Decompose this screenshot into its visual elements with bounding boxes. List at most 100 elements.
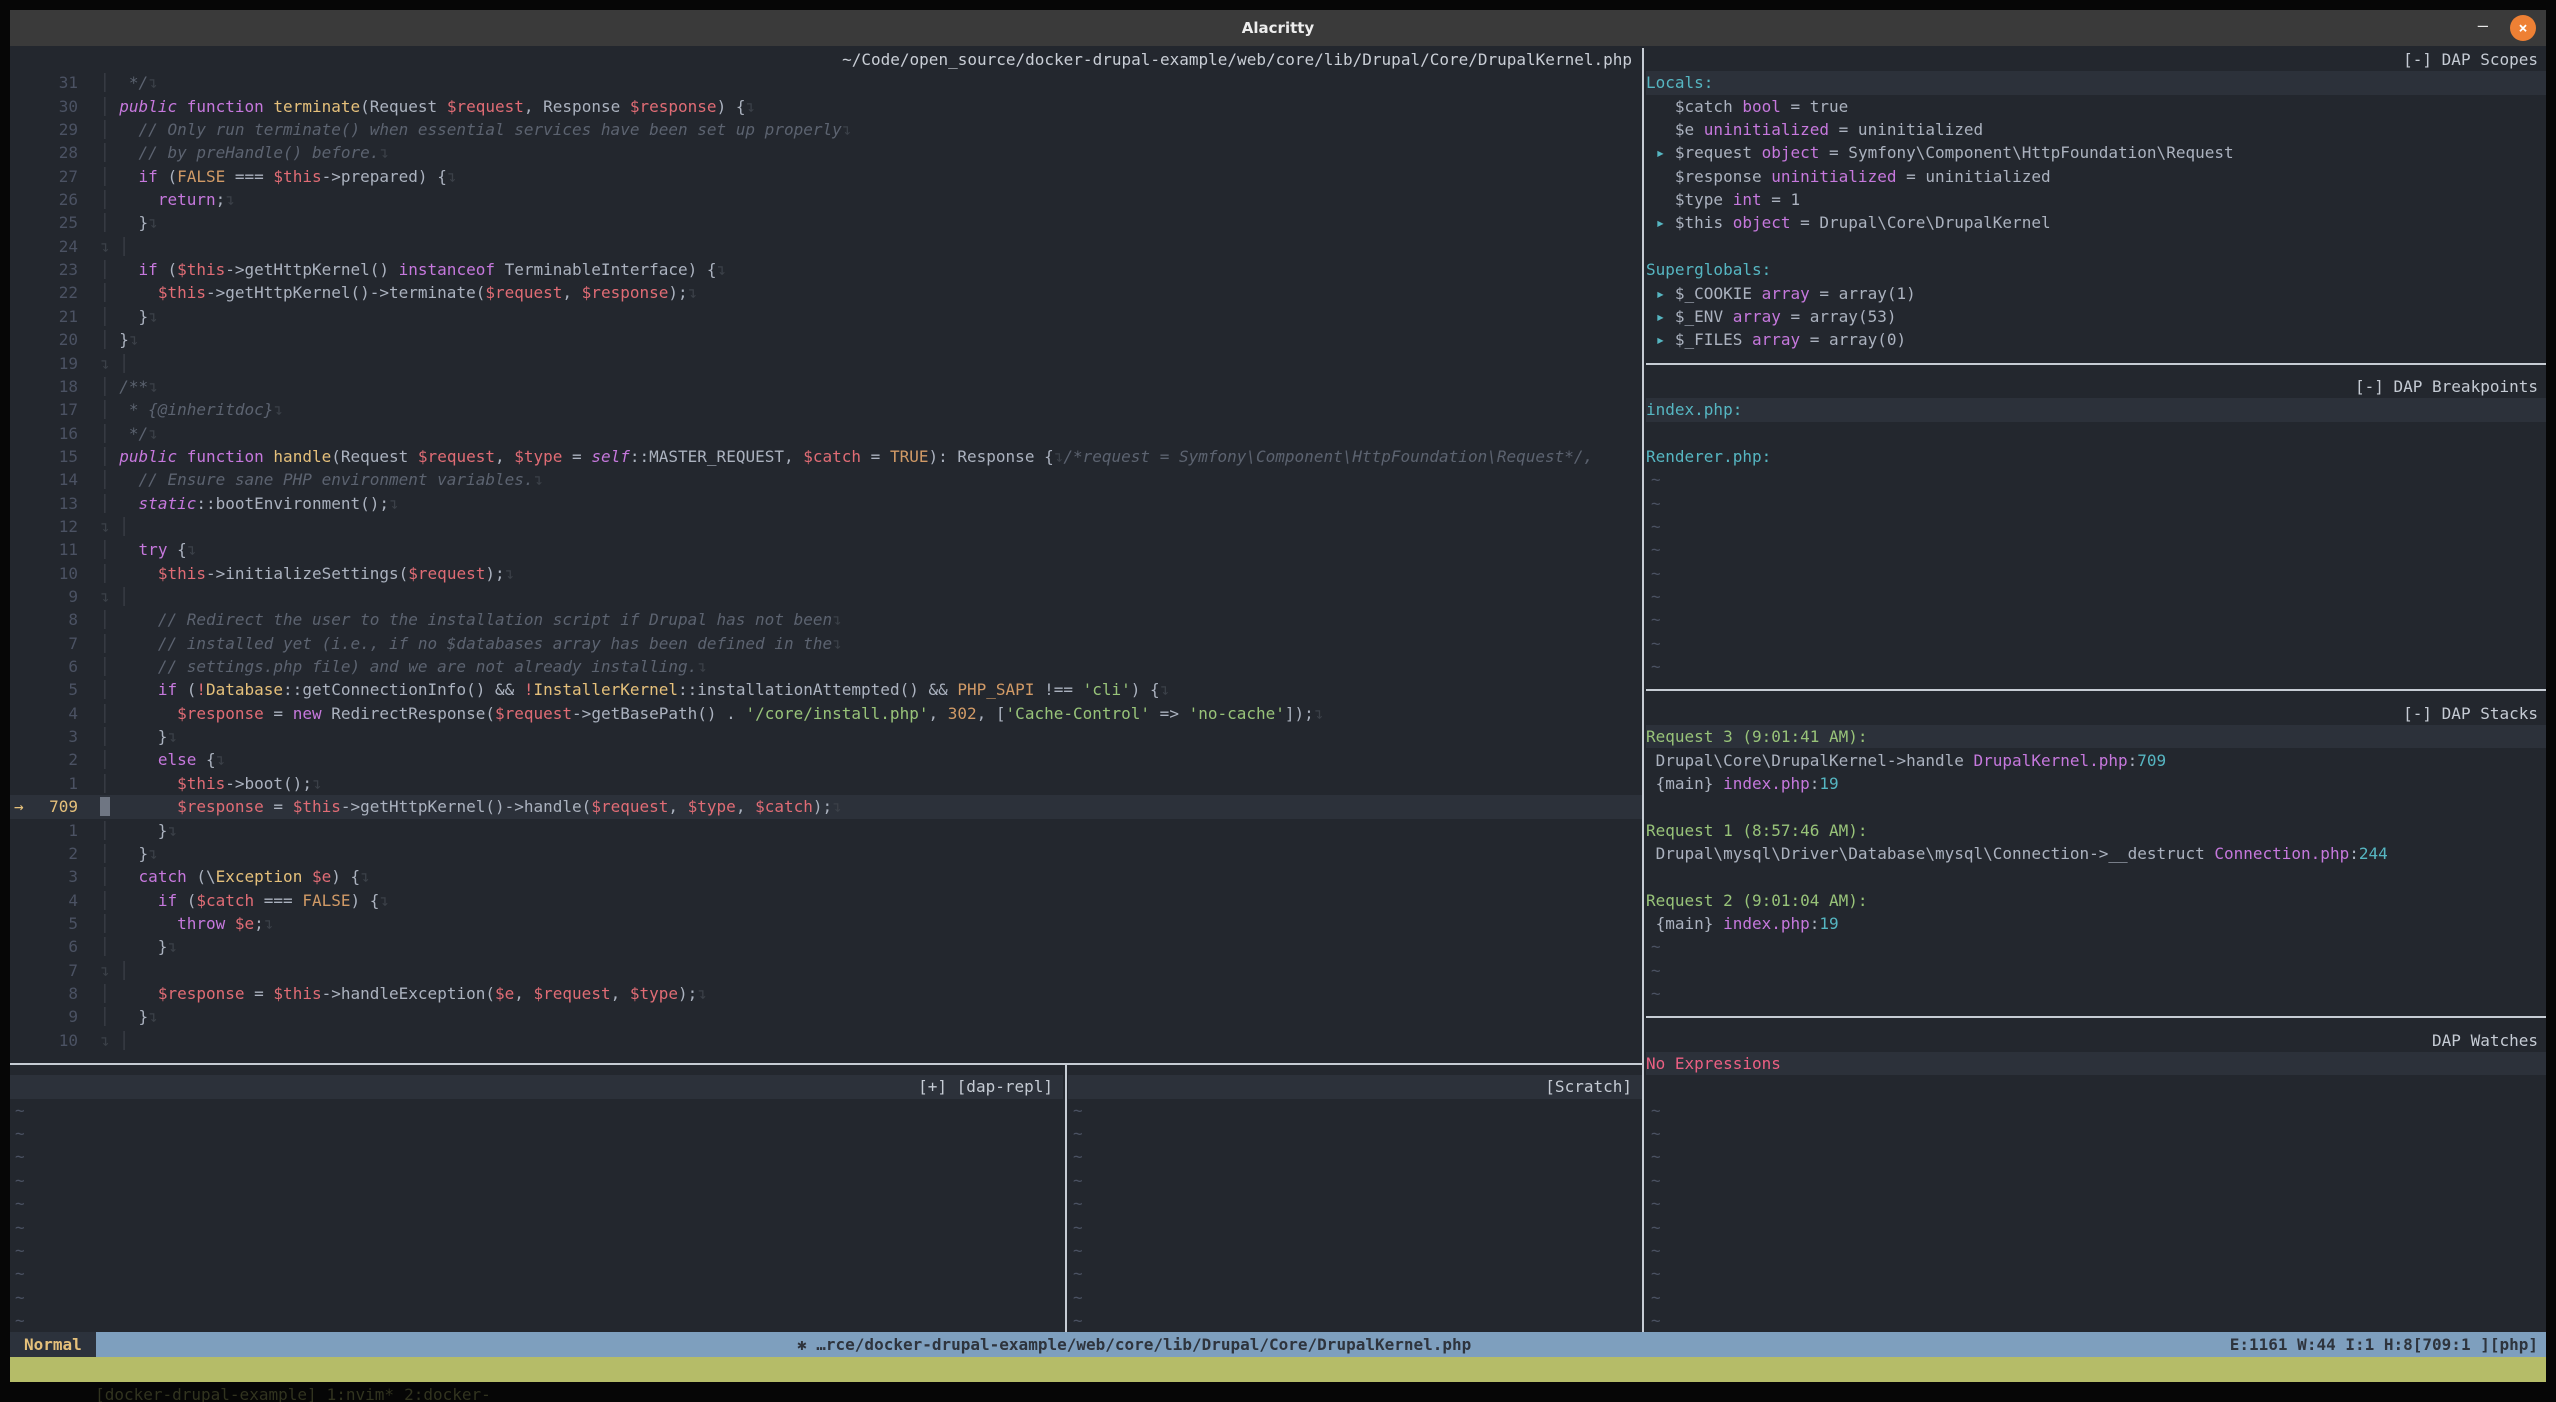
scope-var-this[interactable]: ▸ $this object = Drupal\Core\DrupalKerne… [1646,211,2546,234]
code-line[interactable]: 6│ }↴ [10,935,1642,958]
line-number[interactable]: 23 [10,258,78,281]
code-line[interactable]: 6│ // settings.php file) and we are not … [10,655,1642,678]
scratch-window[interactable]: ~~~~~~~~~~ [1068,1099,1642,1333]
code-line[interactable]: 7│ // installed yet (i.e., if no $databa… [10,632,1642,655]
dap-watches-header[interactable]: DAP Watches [1646,1029,2546,1052]
dap-panels[interactable]: [-] DAP ScopesLocals: $catch bool = true… [1646,46,2546,1332]
line-number[interactable]: 16 [10,422,78,445]
line-number[interactable]: 31 [10,71,78,94]
line-number[interactable]: 6 [10,655,78,678]
window-separator-vertical[interactable] [1642,48,1644,1332]
stack-frame[interactable]: Drupal\Core\DrupalKernel->handle DrupalK… [1646,749,2546,772]
scopes-locals-header[interactable]: Locals: [1646,71,2546,94]
code-line[interactable]: 10↴ │ [10,1029,1642,1052]
stack-request-2[interactable]: Request 2 (9:01:04 AM): [1646,889,2546,912]
code-line[interactable]: 14│ // Ensure sane PHP environment varia… [10,468,1642,491]
scope-var-e[interactable]: $e uninitialized = uninitialized [1646,118,2546,141]
scope-var-type[interactable]: $type int = 1 [1646,188,2546,211]
line-number[interactable]: 5 [10,678,78,701]
line-number[interactable]: 27 [10,165,78,188]
line-number[interactable]: 28 [10,141,78,164]
close-button[interactable]: × [2510,15,2536,41]
scratch-winbar[interactable]: [Scratch] [1068,1075,1642,1098]
code-line[interactable]: 7↴ │ [10,959,1642,982]
line-number[interactable]: 4 [10,889,78,912]
code-line[interactable]: 4│ $response = new RedirectResponse($req… [10,702,1642,725]
line-number[interactable]: 29 [10,118,78,141]
line-number[interactable]: 5 [10,912,78,935]
code-line[interactable]: 19↴ │ [10,352,1642,375]
code-line[interactable]: 9↴ │ [10,585,1642,608]
line-number[interactable]: 13 [10,492,78,515]
scope-var-catch[interactable]: $catch bool = true [1646,95,2546,118]
window-separator-bottom[interactable] [1065,1063,1067,1332]
code-line[interactable]: 24↴ │ [10,235,1642,258]
line-number[interactable]: 22 [10,281,78,304]
line-number[interactable]: 24 [10,235,78,258]
code-line[interactable]: 9│ }↴ [10,1005,1642,1028]
code-line[interactable]: 8│ // Redirect the user to the installat… [10,608,1642,631]
stack-frame[interactable]: {main} index.php:19 [1646,912,2546,935]
tmux-window-1[interactable]: 1:nvim* [327,1385,394,1402]
line-number[interactable]: 10 [10,1029,78,1052]
code-line[interactable]: 11│ try {↴ [10,538,1642,561]
code-line[interactable]: 26│ return;↴ [10,188,1642,211]
stack-frame[interactable]: Drupal\mysql\Driver\Database\mysql\Conne… [1646,842,2546,865]
code-line[interactable]: 13│ static::bootEnvironment();↴ [10,492,1642,515]
code-line[interactable]: 2│ else {↴ [10,748,1642,771]
line-number[interactable]: 26 [10,188,78,211]
code-line[interactable]: 12↴ │ [10,515,1642,538]
line-number[interactable]: 12 [10,515,78,538]
code-line[interactable]: 27│ if (FALSE === $this->prepared) {↴ [10,165,1642,188]
line-number[interactable]: 10 [10,562,78,585]
watches-empty-message[interactable]: No Expressions [1646,1052,2546,1075]
code-line[interactable]: 17│ * {@inheritdoc}↴ [10,398,1642,421]
line-number[interactable]: 20 [10,328,78,351]
line-number[interactable]: 4 [10,702,78,725]
code-line[interactable]: 1│ }↴ [10,819,1642,842]
code-line[interactable]: 3│ catch (\Exception $e) {↴ [10,865,1642,888]
code-line[interactable]: 8│ $response = $this->handleException($e… [10,982,1642,1005]
scope-var-files[interactable]: ▸ $_FILES array = array(0) [1646,328,2546,351]
code-line[interactable]: 23│ if ($this->getHttpKernel() instanceo… [10,258,1642,281]
line-number[interactable]: 7 [10,959,78,982]
code-line[interactable]: 4│ if ($catch === FALSE) {↴ [10,889,1642,912]
code-line[interactable]: 5│ if (!Database::getConnectionInfo() &&… [10,678,1642,701]
line-number[interactable]: 9 [10,1005,78,1028]
line-number[interactable]: 6 [10,935,78,958]
line-number[interactable]: 8 [10,608,78,631]
line-number[interactable]: 1 [10,819,78,842]
dap-stacks-header[interactable]: [-] DAP Stacks [1646,702,2546,725]
line-number[interactable]: 2 [10,842,78,865]
line-number[interactable]: 3 [10,865,78,888]
stack-frame[interactable]: {main} index.php:19 [1646,772,2546,795]
line-number[interactable]: 30 [10,95,78,118]
scope-var-cookie[interactable]: ▸ $_COOKIE array = array(1) [1646,282,2546,305]
code-line[interactable]: 30│ public function terminate(Request $r… [10,95,1642,118]
dap-repl-window[interactable]: ~~~~~~~~~~ [10,1099,1063,1333]
code-line[interactable]: 22│ $this->getHttpKernel()->terminate($r… [10,281,1642,304]
tmux-window-2[interactable]: 2:docker- [404,1385,491,1402]
code-line[interactable]: 3│ }↴ [10,725,1642,748]
line-number[interactable]: 14 [10,468,78,491]
code-line[interactable]: 28│ // by preHandle() before.↴ [10,141,1642,164]
window-separator-horizontal[interactable] [10,1063,1642,1065]
line-number[interactable]: 25 [10,211,78,234]
line-number[interactable]: 21 [10,305,78,328]
scopes-superglobals-header[interactable]: Superglobals: [1646,258,2546,281]
code-line[interactable]: 16│ */↴ [10,422,1642,445]
stack-request-1[interactable]: Request 1 (8:57:46 AM): [1646,819,2546,842]
line-number[interactable]: 17 [10,398,78,421]
line-number[interactable]: 3 [10,725,78,748]
line-number[interactable]: 18 [10,375,78,398]
code-line[interactable]: 10│ $this->initializeSettings($request);… [10,562,1642,585]
code-line[interactable]: 25│ }↴ [10,211,1642,234]
breakpoint-file-renderer[interactable]: Renderer.php: [1646,445,2546,468]
code-line[interactable]: 15│ public function handle(Request $requ… [10,445,1642,468]
code-line[interactable]: 31│ */↴ [10,71,1642,94]
minimize-button[interactable]: – [2478,10,2488,46]
dap-scopes-header[interactable]: [-] DAP Scopes [1646,48,2546,71]
code-line[interactable]: 18│ /**↴ [10,375,1642,398]
line-number[interactable]: 19 [10,352,78,375]
line-number[interactable]: 11 [10,538,78,561]
